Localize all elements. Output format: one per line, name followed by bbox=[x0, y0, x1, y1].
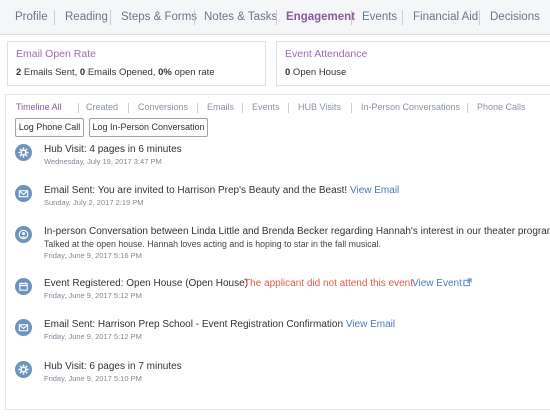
log-in-person-conversation-button[interactable]: Log In-Person Conversation bbox=[89, 118, 208, 137]
timeline-item-date: Friday, June 9, 2017 5:12 PM bbox=[44, 291, 142, 300]
view-event-link[interactable]: View Event bbox=[412, 278, 472, 289]
filter-phone-calls[interactable]: Phone Calls bbox=[477, 102, 526, 112]
filter-in-person-conversations[interactable]: In-Person Conversations bbox=[361, 102, 460, 112]
filter-conversions[interactable]: Conversions bbox=[138, 102, 188, 112]
filter-created[interactable]: Created bbox=[86, 102, 118, 112]
tab-divider bbox=[194, 10, 195, 25]
view-email-link[interactable]: View Email bbox=[346, 319, 395, 330]
tab-profile[interactable]: Profile bbox=[15, 11, 48, 23]
tab-steps-forms[interactable]: Steps & Forms bbox=[121, 11, 197, 23]
person-icon bbox=[15, 226, 32, 243]
timeline-item-title: Hub Visit: 6 pages in 7 minutes bbox=[44, 361, 182, 372]
tab-reading[interactable]: Reading bbox=[65, 11, 108, 23]
tab-notes-tasks[interactable]: Notes & Tasks bbox=[204, 11, 277, 23]
tab-divider bbox=[351, 10, 352, 25]
timeline-item-note: Talked at the open house. Hannah loves a… bbox=[44, 239, 381, 249]
view-email-link[interactable]: View Email bbox=[350, 185, 399, 196]
tab-events[interactable]: Events bbox=[362, 11, 397, 23]
tab-divider bbox=[54, 10, 55, 25]
did-not-attend-warning: The applicant did not attend this event bbox=[244, 278, 414, 289]
email-open-rate-stats: 2 Emails Sent, 0 Emails Opened, 0% open … bbox=[16, 67, 215, 78]
timeline-panel: Timeline All Created Conversions Emails … bbox=[5, 94, 550, 410]
email-open-rate-card: Email Open Rate 2 Emails Sent, 0 Emails … bbox=[7, 41, 266, 86]
log-phone-call-button[interactable]: Log Phone Call bbox=[15, 118, 84, 137]
filter-timeline-all[interactable]: Timeline All bbox=[16, 102, 62, 112]
event-attendance-card: Event Attendance 0 Open House bbox=[276, 41, 550, 86]
timeline-item-date: Sunday, July 2, 2017 2:19 PM bbox=[44, 198, 144, 207]
filter-divider bbox=[467, 103, 468, 113]
event-attendance-stats: 0 Open House bbox=[285, 67, 347, 78]
email-open-rate-title: Email Open Rate bbox=[16, 48, 96, 60]
timeline-item-date: Friday, June 9, 2017 5:10 PM bbox=[44, 374, 142, 383]
envelope-icon bbox=[15, 185, 32, 202]
filter-divider bbox=[128, 103, 129, 113]
timeline-item-date: Friday, June 9, 2017 5:12 PM bbox=[44, 332, 142, 341]
filter-hub-visits[interactable]: HUB Visits bbox=[298, 102, 341, 112]
calendar-icon bbox=[15, 278, 32, 295]
filter-divider bbox=[197, 103, 198, 113]
tab-divider bbox=[110, 10, 111, 25]
gear-icon bbox=[15, 144, 32, 161]
tab-decisions[interactable]: Decisions bbox=[490, 11, 540, 23]
tab-divider bbox=[479, 10, 480, 25]
tab-financial-aid[interactable]: Financial Aid bbox=[413, 11, 478, 23]
timeline-item-title: Email Sent: You are invited to Harrison … bbox=[44, 185, 400, 196]
event-attendance-title: Event Attendance bbox=[285, 48, 368, 60]
filter-divider bbox=[351, 103, 352, 113]
filter-emails[interactable]: Emails bbox=[207, 102, 234, 112]
filter-events[interactable]: Events bbox=[252, 102, 280, 112]
timeline-item-date: Wednesday, July 19, 2017 3:47 PM bbox=[44, 157, 162, 166]
filter-divider bbox=[288, 103, 289, 113]
timeline-item-date: Friday, June 9, 2017 5:16 PM bbox=[44, 251, 142, 260]
timeline-item-title: Hub Visit: 4 pages in 6 minutes bbox=[44, 144, 182, 155]
timeline-item-title: Event Registered: Open House (Open House… bbox=[44, 278, 248, 289]
filter-divider bbox=[242, 103, 243, 113]
gear-icon bbox=[15, 361, 32, 378]
envelope-icon bbox=[15, 319, 32, 336]
tab-divider bbox=[276, 10, 277, 25]
tab-engagement[interactable]: Engagement bbox=[286, 11, 355, 23]
filter-divider bbox=[78, 103, 79, 113]
external-link-icon bbox=[463, 278, 472, 287]
timeline-item-title: Email Sent: Harrison Prep School - Event… bbox=[44, 319, 396, 330]
timeline-item-title: In-person Conversation between Linda Lit… bbox=[44, 226, 550, 237]
top-nav-tabs: Profile Reading Steps & Forms Notes & Ta… bbox=[0, 0, 550, 35]
tab-divider bbox=[402, 10, 403, 25]
